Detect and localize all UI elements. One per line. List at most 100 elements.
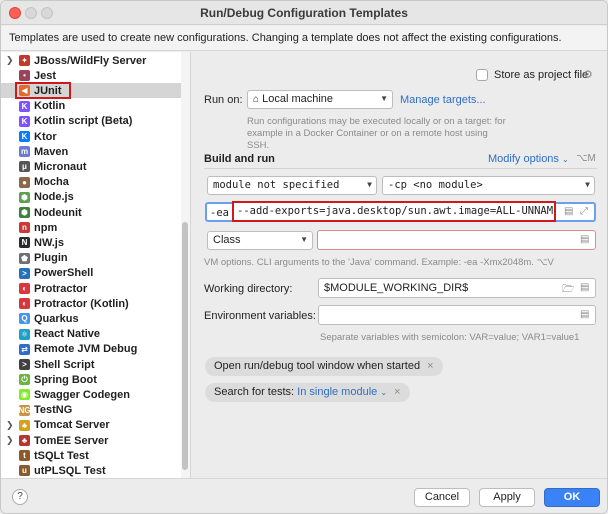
template-settings-panel: Store as project file ⚙ Run on: ⌂ Local … — [192, 52, 607, 478]
sidebar-item[interactable]: m Maven — [1, 144, 181, 159]
run-on-hint: Run configurations may be executed local… — [247, 116, 506, 151]
environment-variables-field[interactable] — [318, 305, 596, 325]
sidebar-item[interactable]: ❯ ♣ Tomcat Server — [1, 418, 181, 433]
sidebar-item[interactable]: N NW.js — [1, 235, 181, 250]
sidebar-item[interactable]: ⬟ Plugin — [1, 251, 181, 266]
settings-gear-icon[interactable]: ⚙ — [583, 68, 593, 81]
sidebar-item[interactable]: K Kotlin script (Beta) — [1, 114, 181, 129]
sidebar-scrollbar-thumb[interactable] — [182, 222, 188, 470]
chevron-down-icon: ▼ — [380, 94, 388, 103]
plugin-icon: ⬟ — [19, 252, 30, 264]
tomee-icon: ♣ — [19, 435, 30, 446]
sidebar-item-label: npm — [34, 221, 58, 234]
edit-variables-icon[interactable]: ▤ — [580, 309, 589, 320]
sidebar-item-label: JBoss/WildFly Server — [34, 54, 147, 67]
apply-button[interactable]: Apply — [479, 488, 535, 507]
sidebar-item-label: Shell Script — [34, 358, 95, 371]
close-icon[interactable]: × — [427, 360, 433, 372]
npm-icon: n — [19, 222, 30, 234]
run-debug-templates-dialog: Run/Debug Configuration Templates Templa… — [0, 0, 608, 514]
cancel-button[interactable]: Cancel — [414, 488, 470, 507]
chevron-right-icon[interactable]: ❯ — [6, 420, 14, 431]
sidebar-item-label: Jest — [34, 69, 57, 82]
title-bar: Run/Debug Configuration Templates — [1, 1, 607, 25]
nwjs-icon: N — [19, 237, 30, 249]
sidebar-item-label: Ktor — [34, 130, 57, 143]
fullscreen-icon[interactable]: ⤢ — [580, 206, 588, 217]
ok-button[interactable]: OK — [544, 488, 600, 507]
sidebar-item-label: tSQLt Test — [34, 449, 89, 462]
help-button[interactable]: ? — [12, 489, 28, 505]
chevron-right-icon[interactable]: ❯ — [6, 435, 14, 446]
sidebar-item[interactable]: Q Quarkus — [1, 311, 181, 326]
sidebar-item[interactable]: μ Micronaut — [1, 159, 181, 174]
sidebar-item[interactable]: ◉ Swagger Codegen — [1, 387, 181, 402]
sidebar-item[interactable]: K Ktor — [1, 129, 181, 144]
sidebar-item-label: Node.js — [34, 191, 74, 204]
sidebar-item[interactable]: ◐ Protractor — [1, 281, 181, 296]
sidebar-item[interactable]: ❯ ✦ JBoss/WildFly Server — [1, 53, 181, 68]
swagger-icon: ◉ — [19, 389, 30, 401]
sidebar-item[interactable]: > PowerShell — [1, 266, 181, 281]
run-on-select[interactable]: ⌂ Local machine ▼ — [247, 90, 393, 109]
chevron-down-icon: ⌄ — [562, 155, 569, 164]
modify-options-shortcut: ⌥M — [576, 153, 596, 164]
sidebar-item[interactable]: K Kotlin — [1, 99, 181, 114]
working-directory-field[interactable]: $MODULE_WORKING_DIR$ — [318, 278, 596, 298]
section-divider — [204, 168, 597, 169]
expand-field-icon[interactable]: ▤ — [564, 206, 573, 217]
vm-options-value[interactable]: --add-exports=java.desktop/sun.awt.image… — [232, 201, 556, 222]
protractor-kotlin-icon: ◐ — [19, 298, 30, 310]
chevron-right-icon[interactable]: ❯ — [6, 55, 14, 66]
class-field[interactable] — [317, 230, 596, 250]
expand-field-icon[interactable]: ▤ — [580, 282, 589, 293]
mocha-icon: ● — [19, 176, 30, 188]
test-kind-select[interactable]: Class ▼ — [207, 231, 313, 250]
sidebar-item[interactable]: ⬢ Nodeunit — [1, 205, 181, 220]
spring-boot-icon: ⏻ — [19, 374, 30, 386]
sidebar-item-label: React Native — [34, 328, 101, 341]
quarkus-icon: Q — [19, 313, 30, 325]
sidebar-item[interactable]: > Shell Script — [1, 357, 181, 372]
protractor-icon: ◐ — [19, 283, 30, 294]
module-select[interactable]: module not specified ▼ — [207, 176, 377, 195]
dialog-footer: ? Cancel Apply OK — [1, 478, 607, 513]
sidebar-item[interactable]: ⏻ Spring Boot — [1, 372, 181, 387]
micronaut-icon: μ — [19, 161, 30, 173]
browse-class-icon[interactable]: ▤ — [580, 234, 589, 245]
search-for-tests-label: Search for tests: — [214, 386, 295, 398]
vm-options-hint: VM options. CLI arguments to the 'Java' … — [204, 257, 554, 268]
sidebar-item[interactable]: ● Mocha — [1, 175, 181, 190]
modify-options-link[interactable]: Modify options ⌄ — [488, 153, 569, 165]
jboss-icon: ✦ — [19, 55, 30, 66]
module-select-value: module not specified — [213, 179, 340, 191]
manage-targets-link[interactable]: Manage targets... — [400, 94, 486, 106]
sidebar-item[interactable]: ◐ Protractor (Kotlin) — [1, 296, 181, 311]
open-tool-window-chip[interactable]: Open run/debug tool window when started … — [205, 357, 443, 376]
sidebar-item[interactable]: u utPLSQL Test — [1, 463, 181, 478]
sidebar-item[interactable]: ⇄ Remote JVM Debug — [1, 342, 181, 357]
sidebar-item[interactable]: t tSQLt Test — [1, 448, 181, 463]
store-as-project-file-checkbox[interactable] — [476, 69, 488, 81]
sidebar-item[interactable]: n npm — [1, 220, 181, 235]
close-icon[interactable]: × — [394, 386, 400, 398]
folder-icon[interactable]: 🗁 — [562, 282, 574, 299]
sidebar-item-label: Spring Boot — [34, 373, 97, 386]
build-and-run-heading: Build and run — [204, 153, 275, 165]
vm-options-prefix: -ea — [210, 207, 229, 219]
sidebar-item-label: Plugin — [34, 252, 68, 265]
window-title: Run/Debug Configuration Templates — [200, 6, 408, 20]
sidebar-item[interactable]: NG TestNG — [1, 403, 181, 418]
tsqlt-icon: t — [19, 450, 30, 462]
search-scope-value[interactable]: In single module — [297, 386, 377, 398]
sidebar-item-label: Mocha — [34, 176, 69, 189]
classpath-select[interactable]: -cp <no module> ▼ — [382, 176, 595, 195]
modify-options-label: Modify options — [488, 153, 559, 165]
sidebar-item[interactable]: ⚛ React Native — [1, 327, 181, 342]
sidebar-item[interactable]: • Jest — [1, 68, 181, 83]
sidebar-item[interactable]: ❯ ♣ TomEE Server — [1, 433, 181, 448]
sidebar-item[interactable]: ⬢ Node.js — [1, 190, 181, 205]
search-for-tests-chip[interactable]: Search for tests: In single module ⌄ × — [205, 383, 410, 402]
info-banner: Templates are used to create new configu… — [1, 26, 607, 51]
testng-icon: NG — [18, 404, 31, 416]
